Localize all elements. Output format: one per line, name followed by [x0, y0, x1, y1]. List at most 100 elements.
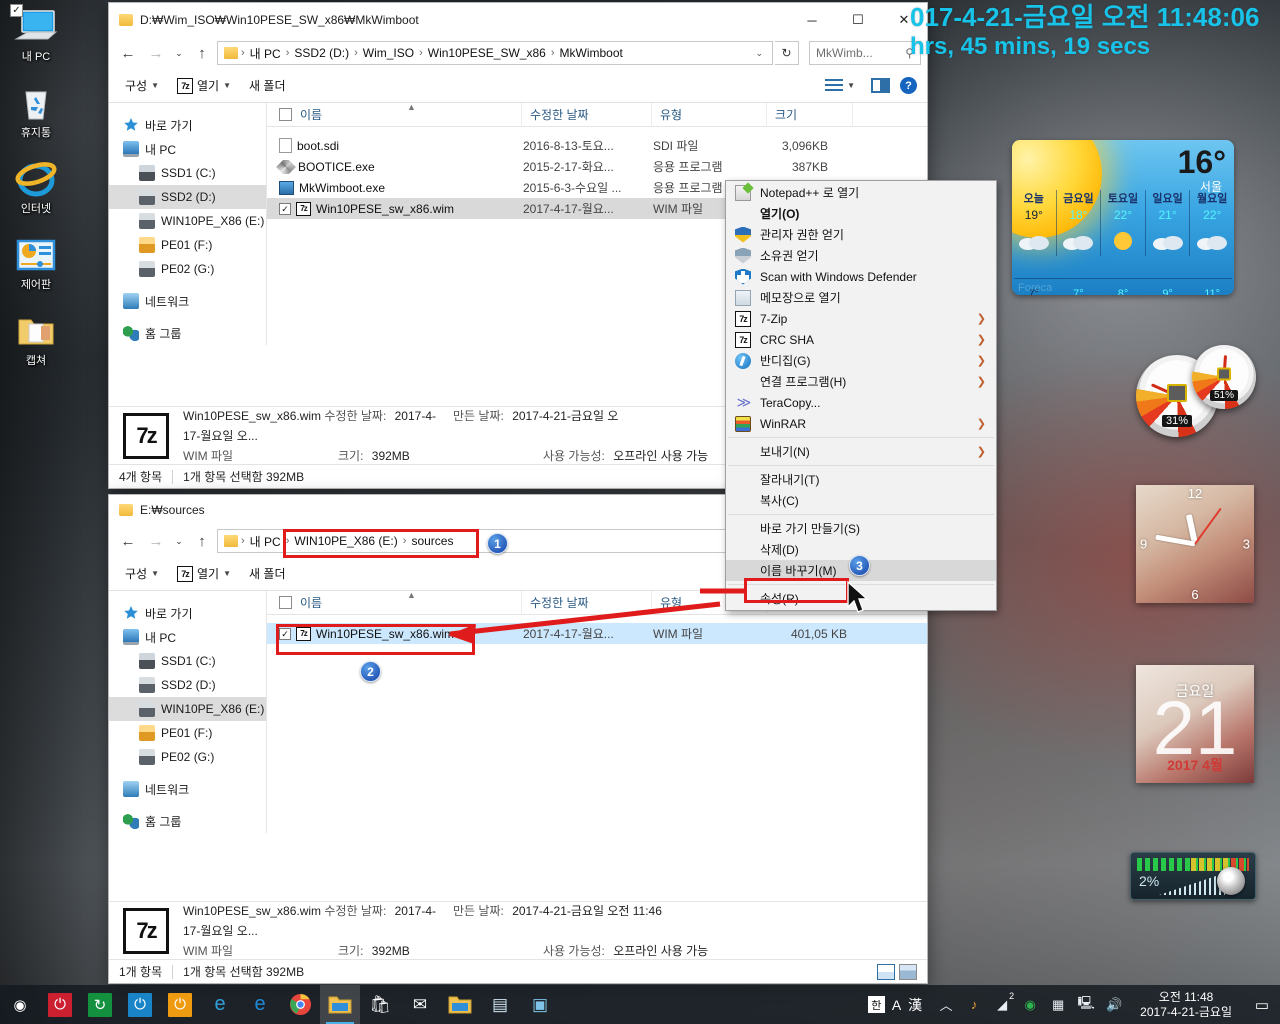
taskbar-chrome-icon[interactable] — [280, 985, 320, 1024]
ram-gauge[interactable]: 51% — [1192, 345, 1256, 409]
menu-item-7zip[interactable]: 7z 7-Zip ❯ — [726, 308, 996, 329]
taskbar-action-center-icon[interactable]: ◉ — [0, 985, 40, 1024]
taskbar-clock[interactable]: 오전 11:48 2017-4-21-금요일 — [1132, 990, 1240, 1020]
action-center-icon[interactable]: ▭ — [1248, 985, 1276, 1024]
search-input[interactable]: MkWimb... ⚲ — [809, 41, 921, 65]
breadcrumb-item[interactable]: Win10PESE_SW_x86 — [424, 46, 550, 60]
breadcrumb-item[interactable]: MkWimboot — [556, 46, 627, 60]
menu-item-create-shortcut[interactable]: 바로 가기 만들기(S) — [726, 518, 996, 539]
menu-item-winrar[interactable]: WinRAR ❯ — [726, 413, 996, 434]
back-button[interactable]: ← — [115, 40, 141, 66]
volume-knob[interactable] — [1217, 867, 1245, 895]
menu-item-teracopy[interactable]: ≫ TeraCopy... — [726, 392, 996, 413]
taskbar-mail-icon[interactable]: ✉ — [400, 985, 440, 1024]
taskbar-photos-icon[interactable]: ▣ — [520, 985, 560, 1024]
select-all-checkbox[interactable] — [279, 108, 292, 121]
navigation-pane[interactable]: 바로 가기 내 PC SSD1 (C:) SSD2 (D:) WIN10PE_X… — [109, 591, 267, 833]
preview-pane-button[interactable] — [871, 78, 890, 93]
nav-item-homegroup[interactable]: 홈 그룹 — [109, 809, 266, 833]
column-headers[interactable]: 이름 수정한 날짜 유형 크기 ▲ — [267, 102, 927, 127]
up-button[interactable]: ↑ — [189, 40, 215, 66]
desktop-icon-capture[interactable]: 캡쳐 — [0, 308, 72, 368]
recent-locations-button[interactable]: ⌄ — [171, 40, 187, 66]
nav-item-network[interactable]: 네트워크 — [109, 777, 266, 801]
menu-item-open-with-notepadpp[interactable]: Notepad++ 로 열기 — [726, 182, 996, 203]
menu-item-open[interactable]: 열기(O) — [726, 203, 996, 224]
nav-item-ssd2[interactable]: SSD2 (D:) — [109, 673, 266, 697]
breadcrumb-item[interactable]: WIN10PE_X86 (E:) — [290, 534, 401, 548]
command-bar[interactable]: 구성 ▼ 7z 열기 ▼ 새 폴더 ▼ ? — [109, 69, 927, 103]
taskbar-internet-explorer-icon[interactable]: e — [200, 985, 240, 1024]
menu-item-open-with[interactable]: 연결 프로그램(H) ❯ — [726, 371, 996, 392]
menu-item-open-with-notepad[interactable]: 메모장으로 열기 — [726, 287, 996, 308]
taskbar-restart-icon[interactable]: ↻ — [80, 985, 120, 1024]
security-icon[interactable]: ▦ — [1048, 985, 1068, 1024]
row-checkbox[interactable]: ✓ — [279, 202, 291, 215]
nav-item-pe02[interactable]: PE02 (G:) — [109, 257, 266, 281]
menu-item-take-ownership[interactable]: 소유권 얻기 — [726, 245, 996, 266]
change-view-button[interactable]: ▼ — [819, 76, 861, 96]
open-button[interactable]: 7z 열기 ▼ — [171, 74, 237, 97]
row-checkbox[interactable]: ✓ — [279, 627, 291, 640]
up-button[interactable]: ↑ — [189, 528, 215, 554]
volume-icon[interactable]: 🔊 — [1104, 985, 1124, 1024]
taskbar-edge-icon[interactable]: e — [240, 985, 280, 1024]
nav-item-my-pc[interactable]: 내 PC — [109, 625, 266, 649]
taskbar-store-icon[interactable]: 🛍 — [360, 985, 400, 1024]
nav-item-win10pe[interactable]: WIN10PE_X86 (E:) — [109, 697, 266, 721]
new-folder-button[interactable]: 새 폴더 — [243, 74, 291, 97]
breadcrumb-item[interactable]: 내 PC — [246, 533, 285, 550]
nav-item-network[interactable]: 네트워크 — [109, 289, 266, 313]
nav-item-ssd1[interactable]: SSD1 (C:) — [109, 161, 266, 185]
nav-item-pe02[interactable]: PE02 (G:) — [109, 745, 266, 769]
nav-item-ssd2[interactable]: SSD2 (D:) — [109, 185, 266, 209]
taskbar-file-explorer-icon[interactable] — [320, 985, 360, 1024]
nav-item-win10pe[interactable]: WIN10PE_X86 (E:) — [109, 209, 266, 233]
nav-item-pe01[interactable]: PE01 (F:) — [109, 233, 266, 257]
window-titlebar[interactable]: D:₩Wim_ISO₩Win10PESE_SW_x86₩MkWimboot ─ … — [109, 3, 927, 37]
navigation-pane[interactable]: 바로 가기 내 PC SSD1 (C:) SSD2 (D:) WIN10PE_X… — [109, 103, 267, 345]
chevron-down-icon[interactable]: ⌄ — [748, 48, 770, 59]
desktop-icon-my-pc[interactable]: ✓ 내 PC — [0, 4, 72, 64]
menu-item-bandizip[interactable]: 반디집(G) ❯ — [726, 350, 996, 371]
nav-item-homegroup[interactable]: 홈 그룹 — [109, 321, 266, 345]
system-tray[interactable]: 한 A 漢 ︿ ♪ ◢ 2 ◉ ▦ 🖳 🔊 오전 11:48 2017-4-21-… — [867, 985, 1280, 1024]
taskbar-notepad-icon[interactable]: ▤ — [480, 985, 520, 1024]
large-icons-view-button[interactable] — [899, 963, 917, 980]
network-icon[interactable]: 🖳 — [1076, 985, 1096, 1024]
desktop-icon-recycle-bin[interactable]: 휴지통 — [0, 80, 72, 140]
breadcrumb-item[interactable]: SSD2 (D:) — [290, 46, 353, 60]
recent-locations-button[interactable]: ⌄ — [171, 528, 187, 554]
nav-item-quick-access[interactable]: 바로 가기 — [109, 113, 266, 137]
open-button[interactable]: 7z 열기 ▼ — [171, 562, 237, 585]
nav-item-pe01[interactable]: PE01 (F:) — [109, 721, 266, 745]
new-folder-button[interactable]: 새 폴더 — [243, 562, 291, 585]
menu-item-send-to[interactable]: 보내기(N) ❯ — [726, 441, 996, 462]
breadcrumb-item[interactable]: Wim_ISO — [359, 46, 418, 60]
forward-button[interactable]: → — [143, 40, 169, 66]
context-menu[interactable]: Notepad++ 로 열기 열기(O) 관리자 권한 얻기 소유권 얻기 Sc… — [725, 180, 997, 611]
music-icon[interactable]: ♪ — [964, 985, 984, 1024]
taskbar-logoff-icon[interactable]: ⏻ — [120, 985, 160, 1024]
analog-clock-gadget[interactable]: 12 3 6 9 — [1136, 485, 1254, 603]
nav-item-my-pc[interactable]: 내 PC — [109, 137, 266, 161]
maximize-button[interactable]: ☐ — [835, 3, 881, 37]
volume-gadget[interactable]: 2% — [1130, 852, 1256, 900]
menu-item-scan-defender[interactable]: Scan with Windows Defender — [726, 266, 996, 287]
forward-button[interactable]: → — [143, 528, 169, 554]
breadcrumb-item[interactable]: sources — [407, 534, 457, 548]
column-header-size[interactable]: 크기 — [767, 102, 853, 127]
graph-icon[interactable]: ◢ 2 — [992, 985, 1014, 1024]
menu-item-copy[interactable]: 복사(C) — [726, 490, 996, 511]
desktop-icon-control-panel[interactable]: 제어판 — [0, 232, 72, 292]
organize-button[interactable]: 구성 ▼ — [119, 74, 165, 97]
address-bar[interactable]: ← → ⌄ ↑ › 내 PC › SSD2 (D:) › Wim_ISO › W… — [109, 37, 927, 69]
table-row[interactable]: BOOTICE.exe 2015-2-17-화요... 응용 프로그램 387K… — [267, 156, 927, 177]
weather-gadget[interactable]: 16° 서울 오늘 19° 7° 금요일 18° 7° 토요일 22° 8° 일… — [1012, 140, 1234, 295]
nav-item-ssd1[interactable]: SSD1 (C:) — [109, 649, 266, 673]
menu-item-cut[interactable]: 잘라내기(T) — [726, 469, 996, 490]
organize-button[interactable]: 구성 ▼ — [119, 562, 165, 585]
ime-indicator[interactable]: 한 A 漢 — [867, 995, 922, 1015]
nav-item-quick-access[interactable]: 바로 가기 — [109, 601, 266, 625]
column-header-type[interactable]: 유형 — [652, 102, 767, 127]
